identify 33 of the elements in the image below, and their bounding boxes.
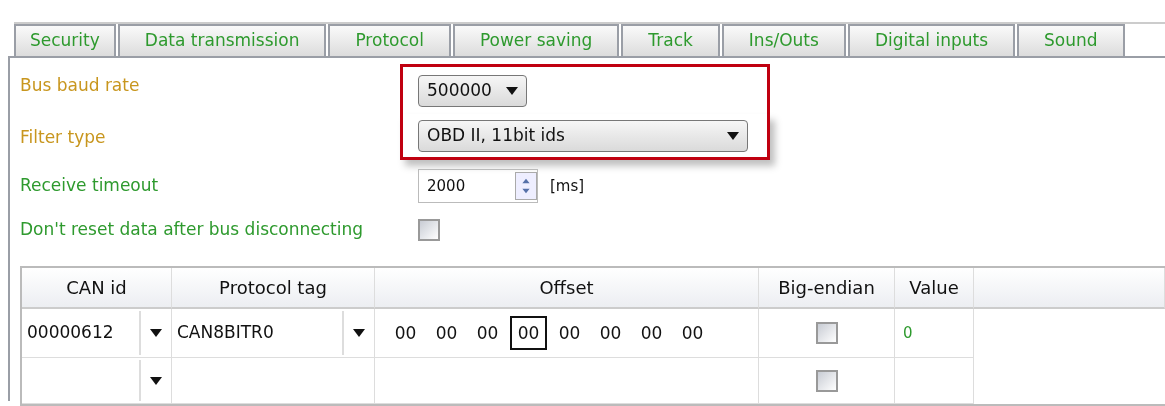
caret-icon	[505, 86, 518, 95]
checkbox[interactable]	[815, 322, 838, 344]
column-header: CAN id	[22, 268, 172, 309]
dropdown[interactable]: 500000	[418, 74, 527, 107]
column-header: Big-endian	[759, 268, 895, 309]
table-cell[interactable]: 00	[469, 316, 506, 350]
table-cell[interactable]: 00	[592, 316, 629, 350]
table-cell[interactable]: 00	[674, 316, 711, 350]
dropdown[interactable]: OBD II, 11bit ids	[418, 119, 748, 152]
checkbox[interactable]	[815, 369, 838, 392]
table-cell[interactable]: 00	[551, 316, 588, 350]
field-label: Receive timeout	[20, 174, 160, 198]
table-cell-text: 0	[902, 322, 913, 344]
table-cell[interactable]: 00	[633, 316, 670, 350]
column-header: Offset	[375, 268, 759, 309]
caret-icon	[150, 329, 162, 337]
table-cell[interactable]: 00	[387, 316, 424, 350]
table-cell[interactable]: 00	[510, 316, 547, 350]
spin-arrows-icon[interactable]	[515, 172, 537, 200]
table-cell-text: CAN8BITR0	[177, 321, 274, 345]
table-cell-text: 00000612	[27, 321, 114, 345]
table-cell[interactable]: 00	[428, 316, 465, 350]
number-field[interactable]: 2000	[418, 169, 538, 203]
caret-icon	[150, 376, 162, 385]
caret-icon	[353, 329, 365, 337]
checkbox[interactable]	[418, 219, 440, 241]
column-header: Protocol tag	[172, 268, 375, 309]
column-header: Value	[895, 268, 974, 309]
unit-label: [ms]	[550, 175, 585, 197]
field-label: Filter type	[20, 126, 107, 150]
field-label: Bus baud rate	[20, 74, 141, 98]
field-label: Don't reset data after bus disconnecting	[20, 218, 365, 242]
caret-icon	[727, 131, 739, 140]
